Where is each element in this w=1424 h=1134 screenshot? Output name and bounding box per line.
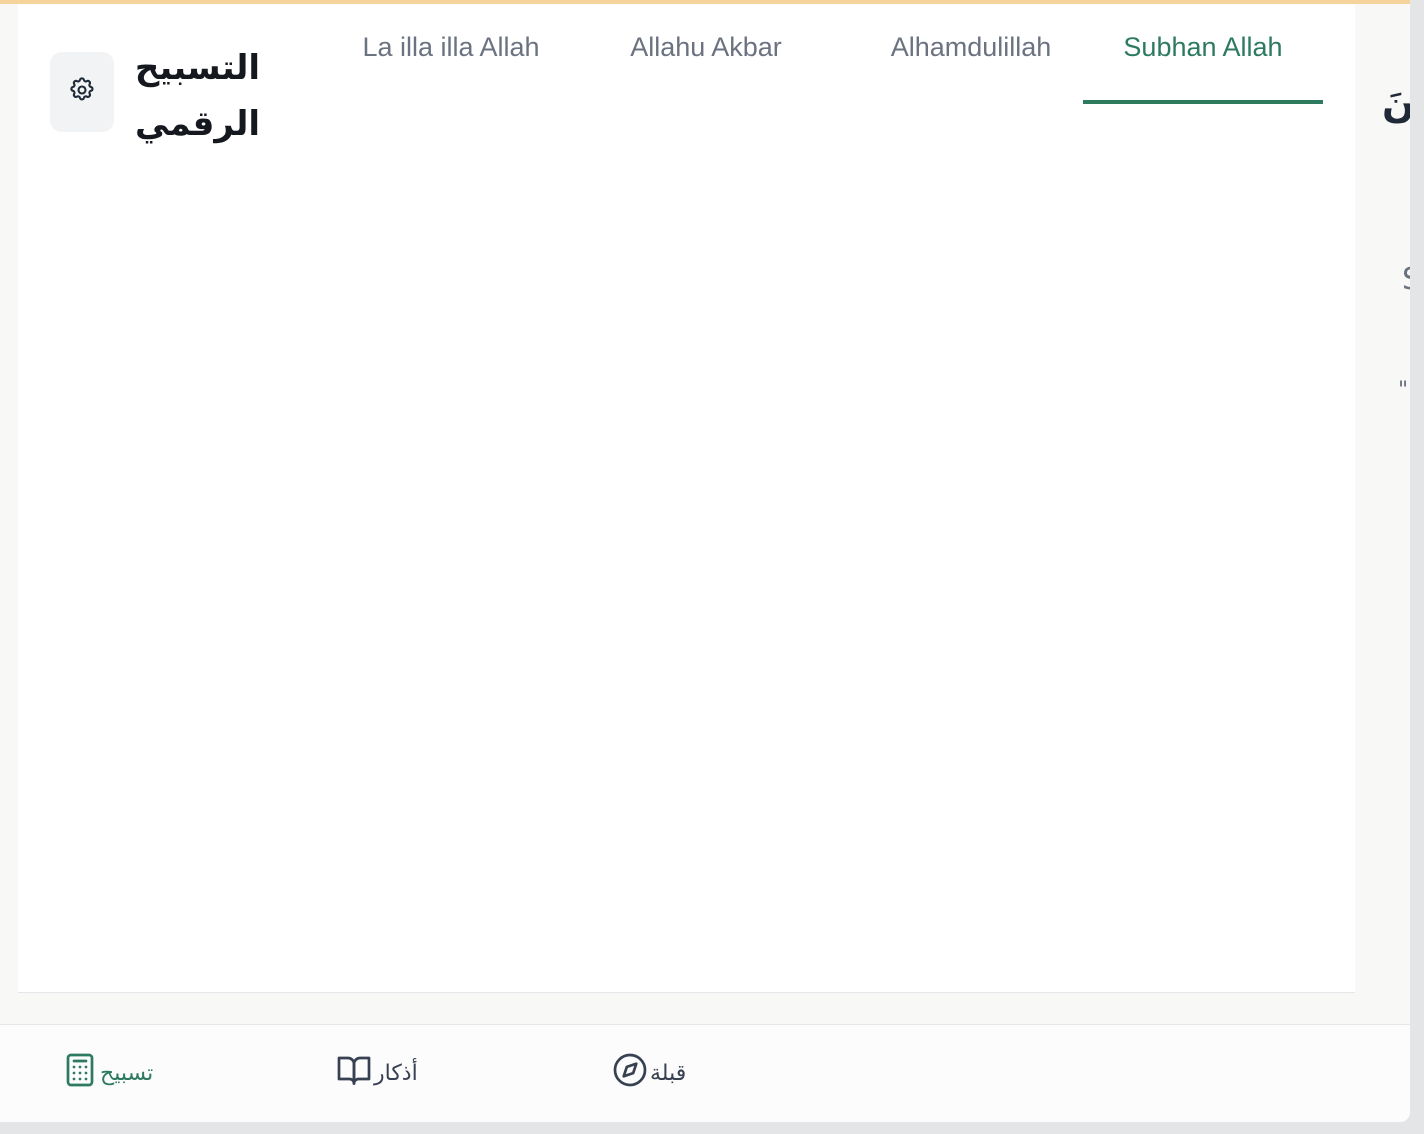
calculator-icon: [62, 1052, 98, 1094]
compass-icon: [612, 1052, 648, 1094]
nav-label-tasbih: تسبيح: [100, 1060, 154, 1086]
book-open-icon: [336, 1052, 372, 1094]
tab-subhan-allah[interactable]: Subhan Allah: [1083, 32, 1323, 104]
offscreen-quote-text: ": [1398, 378, 1409, 403]
nav-label-adhkar: أذكار: [374, 1060, 418, 1086]
nav-label-qibla: قبلة: [650, 1060, 687, 1086]
offscreen-arabic-text: نَ: [1382, 82, 1410, 126]
offscreen-latin-text: S: [1402, 262, 1410, 297]
dhikr-tabs: La illa illa Allah Allahu Akbar Alhamdul…: [18, 8, 1355, 104]
bottom-navigation: تسبيح أذكار قبلة: [0, 1024, 1410, 1122]
tab-la-illa-illa-allah[interactable]: La illa illa Allah: [336, 32, 566, 100]
app-viewport: التسبيح الرقمي La illa illa Allah Allahu…: [0, 0, 1410, 1122]
nav-item-adhkar[interactable]: أذكار: [336, 1053, 418, 1093]
nav-item-qibla[interactable]: قبلة: [612, 1053, 686, 1093]
main-card: التسبيح الرقمي La illa illa Allah Allahu…: [18, 4, 1355, 993]
tab-alhamdulillah[interactable]: Alhamdulillah: [856, 32, 1086, 100]
tab-allahu-akbar[interactable]: Allahu Akbar: [600, 32, 812, 100]
nav-item-tasbih[interactable]: تسبيح: [62, 1053, 153, 1093]
